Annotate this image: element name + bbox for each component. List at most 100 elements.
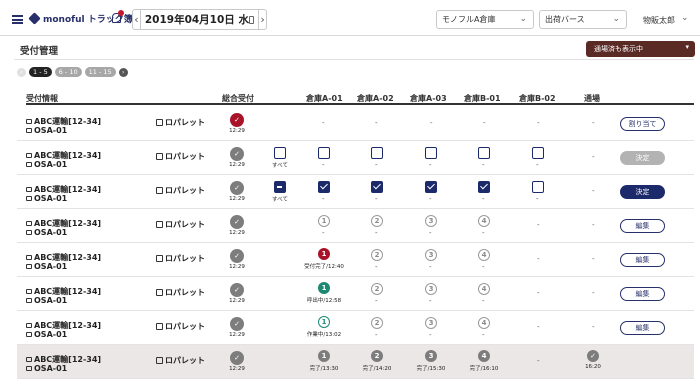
- empty-cell: -: [592, 153, 595, 161]
- site-code: OSA-01: [34, 194, 68, 203]
- empty-cell: -: [592, 187, 595, 195]
- pallet-icon: [156, 255, 163, 262]
- pallet-label: ロパレット: [165, 322, 205, 331]
- empty-cell: -: [429, 195, 432, 203]
- step-status-a02: 完了/14:20: [362, 366, 392, 372]
- empty-cell: -: [482, 297, 485, 305]
- empty-cell: -: [429, 161, 432, 169]
- check-circle-icon: ✓: [230, 317, 244, 331]
- truck-icon: [26, 119, 32, 124]
- table-row: ABC運輸[12-34] OSA-01 ロパレット ✓ 12:29 1 作業中/…: [17, 311, 694, 345]
- edit-button[interactable]: 編集: [620, 287, 665, 301]
- document-icon: [26, 332, 32, 337]
- site-code: OSA-01: [34, 126, 68, 135]
- table-row: ABC運輸[12-34] OSA-01 ロパレット ✓ 12:29 - - - …: [17, 107, 694, 141]
- filter-dropdown-button[interactable]: 通場済も表示中 ▾: [586, 41, 695, 57]
- checkbox-b02[interactable]: [532, 147, 544, 159]
- pallet-label: ロパレット: [165, 220, 205, 229]
- page-button-3[interactable]: 11 - 15: [84, 67, 116, 77]
- step-badge-b01: 4: [478, 249, 490, 261]
- document-icon: [26, 366, 32, 371]
- total-time: 12:29: [229, 332, 245, 338]
- step-badge-a01: 1: [318, 215, 330, 227]
- select-all-checkbox[interactable]: [274, 181, 286, 193]
- berth-select-value: 出荷バース: [545, 15, 585, 24]
- confirm-button-disabled[interactable]: 決定: [620, 151, 665, 165]
- total-time: 12:29: [229, 230, 245, 236]
- truck-icon: [26, 255, 32, 260]
- pallet-icon: [156, 289, 163, 296]
- checkbox-a01[interactable]: [318, 181, 330, 193]
- caret-down-icon: ▾: [685, 43, 689, 51]
- truck-icon: [26, 187, 32, 192]
- prev-day-button[interactable]: ‹: [133, 10, 141, 29]
- user-name[interactable]: 物販太郎: [643, 15, 675, 26]
- select-all-checkbox[interactable]: [274, 147, 286, 159]
- table-row: ABC運輸[12-34] OSA-01 ロパレット ✓ 12:29 1 2 3 …: [17, 209, 694, 243]
- next-page-icon[interactable]: ›: [118, 67, 128, 77]
- step-badge-a02: 2: [371, 317, 383, 329]
- divider: [14, 59, 694, 60]
- edit-button[interactable]: 編集: [620, 253, 665, 267]
- check-circle-icon: ✓: [230, 249, 244, 263]
- edit-button[interactable]: 編集: [620, 219, 665, 233]
- document-icon: [26, 162, 32, 167]
- empty-cell: -: [429, 297, 432, 305]
- table-row: ABC運輸[12-34] OSA-01 ロパレット ✓ 12:29 すべて - …: [17, 141, 694, 175]
- empty-cell: -: [482, 263, 485, 271]
- checkbox-a03[interactable]: [425, 181, 437, 193]
- empty-cell: -: [322, 195, 325, 203]
- step-badge-a03: 3: [425, 317, 437, 329]
- pagination: ‹ 1 - 5 6 - 10 11 - 15 ›: [17, 67, 128, 77]
- assign-button[interactable]: 割り当て: [620, 117, 665, 131]
- empty-cell: -: [482, 195, 485, 203]
- hamburger-menu-icon[interactable]: [12, 15, 23, 24]
- berth-select[interactable]: 出荷バース ⌄: [539, 10, 627, 29]
- empty-cell: -: [536, 195, 539, 203]
- confirm-button[interactable]: 決定: [620, 185, 665, 199]
- step-badge-a03: 3: [425, 215, 437, 227]
- step-status-a01: 受付完了/12:40: [304, 264, 344, 270]
- check-circle-icon: ✓: [230, 113, 244, 127]
- step-badge-b01: 4: [478, 350, 490, 362]
- notification-dot: [118, 10, 124, 16]
- empty-cell: -: [375, 119, 378, 127]
- page-title: 受付管理: [20, 46, 59, 57]
- date-picker[interactable]: ‹ 2019年04月10日 水 ›: [132, 9, 267, 30]
- table-row: ABC運輸[12-34] OSA-01 ロパレット ✓ 12:29 1 受付完了…: [17, 243, 694, 277]
- checkbox-b01[interactable]: [478, 181, 490, 193]
- page-button-1[interactable]: 1 - 5: [29, 67, 52, 77]
- step-badge-b01: 4: [478, 283, 490, 295]
- step-badge-b01: 4: [478, 215, 490, 227]
- exit-time: 16:20: [585, 364, 601, 370]
- prev-page-icon[interactable]: ‹: [17, 67, 26, 77]
- top-header: monoful トラック簿 ‹ 2019年04月10日 水 › モノフルA倉庫 …: [0, 0, 700, 36]
- checkbox-a02[interactable]: [371, 147, 383, 159]
- table-row: ABC運輸[12-34] OSA-01 ロパレット ✓ 12:29 すべて - …: [17, 175, 694, 209]
- site-code: OSA-01: [34, 330, 68, 339]
- empty-cell: -: [592, 119, 595, 127]
- total-time: 12:29: [229, 366, 245, 372]
- chevron-down-icon: ⌄: [612, 14, 620, 24]
- calendar-icon[interactable]: [248, 15, 255, 24]
- empty-cell: -: [537, 119, 540, 127]
- checkbox-b01[interactable]: [478, 147, 490, 159]
- chevron-down-icon[interactable]: ⌄: [681, 13, 689, 23]
- empty-cell: -: [375, 331, 378, 339]
- document-icon: [26, 264, 32, 269]
- checkbox-a02[interactable]: [371, 181, 383, 193]
- document-icon: [26, 230, 32, 235]
- next-day-button[interactable]: ›: [258, 10, 266, 29]
- edit-button[interactable]: 編集: [620, 321, 665, 335]
- site-code: OSA-01: [34, 228, 68, 237]
- empty-cell: -: [375, 195, 378, 203]
- step-status-b01: 完了/16:10: [469, 366, 499, 372]
- checkbox-a03[interactable]: [425, 147, 437, 159]
- checkbox-a01[interactable]: [318, 147, 330, 159]
- empty-cell: -: [429, 229, 432, 237]
- step-badge-a02: 2: [371, 249, 383, 261]
- warehouse-select[interactable]: モノフルA倉庫 ⌄: [436, 10, 534, 29]
- empty-cell: -: [537, 221, 540, 229]
- page-button-2[interactable]: 6 - 10: [54, 67, 82, 77]
- checkbox-b02[interactable]: [532, 181, 544, 193]
